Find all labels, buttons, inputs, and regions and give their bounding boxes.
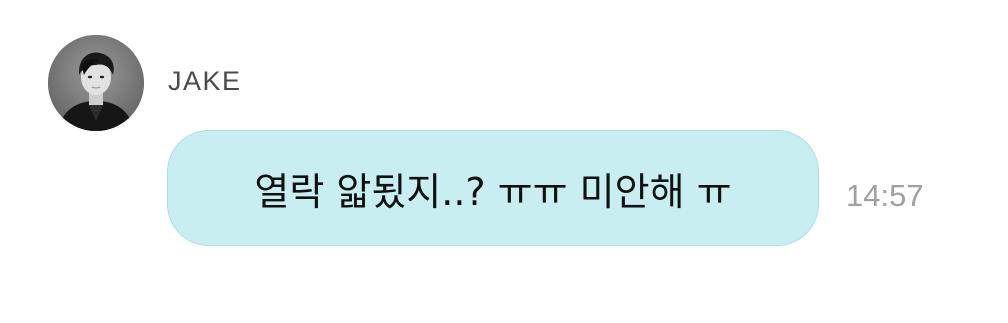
message-timestamp: 14:57	[846, 178, 924, 213]
message-bubble[interactable]: 열락 앏됬지..? ㅠㅠ 미안해 ㅠ	[167, 130, 819, 246]
sender-name: JAKE	[168, 66, 242, 96]
message-text: 열락 앏됬지..? ㅠㅠ 미안해 ㅠ	[254, 169, 732, 214]
profile-photo-icon	[48, 35, 144, 131]
chat-message-row: JAKE 열락 앏됬지..? ㅠㅠ 미안해 ㅠ 14:57	[0, 0, 1008, 323]
avatar[interactable]	[48, 35, 144, 131]
